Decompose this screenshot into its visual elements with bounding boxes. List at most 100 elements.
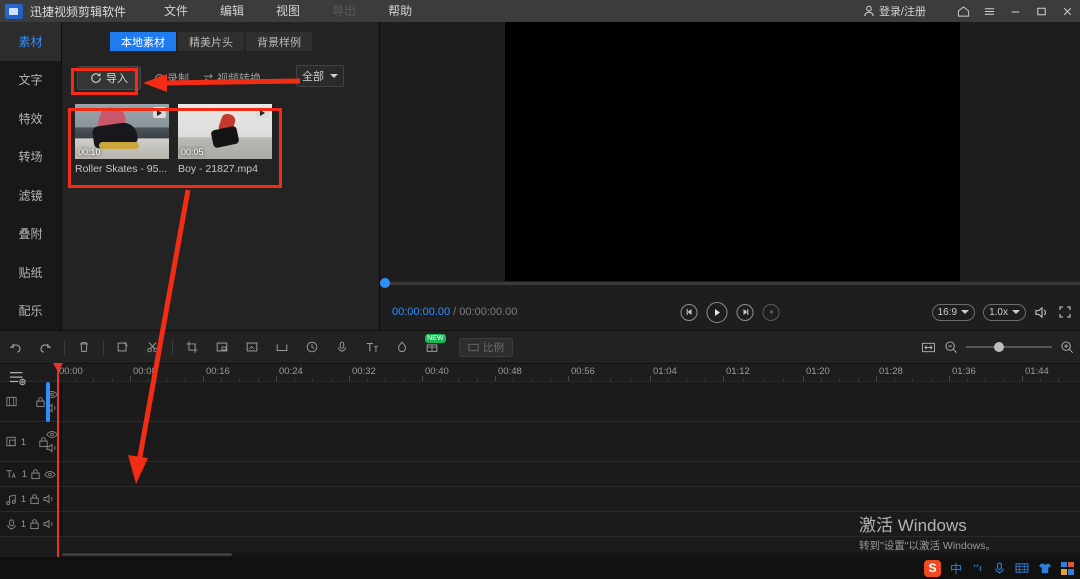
sogou-icon[interactable]: S <box>924 560 941 577</box>
mic-icon[interactable] <box>327 330 357 364</box>
sidebar-item-music[interactable]: 配乐 <box>0 292 61 331</box>
tab-local-media[interactable]: 本地素材 <box>110 32 176 51</box>
track-header-video[interactable] <box>0 382 62 421</box>
playhead[interactable] <box>57 364 59 559</box>
voice-track-icon <box>5 518 18 531</box>
ruler-label: 01:36 <box>952 366 976 377</box>
volume-icon[interactable] <box>1034 305 1050 320</box>
fit-timeline-icon[interactable] <box>921 341 936 354</box>
split-edit-icon[interactable] <box>108 330 138 364</box>
undo-icon[interactable] <box>0 330 30 364</box>
scissors-icon[interactable] <box>138 330 168 364</box>
maximize-icon[interactable] <box>1028 0 1054 22</box>
ime-chinese-icon[interactable]: 中 <box>950 560 962 577</box>
media-item[interactable]: 00:05 Boy - 21827.mp4 <box>178 104 272 175</box>
ratio-button[interactable]: 比例 <box>459 338 513 357</box>
preview-scrubber-handle[interactable] <box>380 278 390 288</box>
import-button[interactable]: 导入 <box>77 66 141 90</box>
media-filter-dropdown[interactable]: 全部 <box>296 65 344 87</box>
stop-button[interactable] <box>763 304 780 321</box>
play-badge-icon[interactable] <box>153 107 166 118</box>
ruler-label: 01:28 <box>879 366 903 377</box>
sidebar-item-stickers[interactable]: 贴纸 <box>0 253 61 292</box>
next-frame-button[interactable] <box>737 304 754 321</box>
track-count: 1 <box>21 494 26 504</box>
crop-icon[interactable] <box>177 330 207 364</box>
timeline-zoom-slider[interactable] <box>966 346 1052 348</box>
menu-icon[interactable] <box>976 0 1002 22</box>
gift-icon[interactable]: NEW <box>417 330 447 364</box>
sidebar-item-media[interactable]: 素材 <box>0 22 61 61</box>
track-header-music[interactable]: 1 <box>0 487 62 511</box>
timeline-ruler[interactable]: 00:00 00:08 00:16 00:24 00:32 00:40 00:4… <box>0 364 1080 382</box>
text-track-icon <box>5 468 19 480</box>
scrollbar-thumb[interactable] <box>62 553 232 556</box>
preview-scrubber[interactable] <box>380 282 1080 285</box>
track-header-voice[interactable]: 1 <box>0 512 62 536</box>
menu-file[interactable]: 文件 <box>148 0 204 22</box>
title-bar: 迅捷视频剪辑软件 文件 编辑 视图 导出 帮助 登录/注册 <box>0 0 1080 22</box>
skin-icon[interactable] <box>1038 562 1052 575</box>
track-lane-music[interactable] <box>62 487 1080 511</box>
track-header-overlay[interactable]: 1 <box>0 422 62 461</box>
ime-punct-icon[interactable] <box>971 562 984 575</box>
sidebar-item-transitions[interactable]: 转场 <box>0 138 61 177</box>
import-label: 导入 <box>106 70 128 86</box>
convert-button[interactable]: 视频转换 <box>203 70 261 86</box>
chevron-down-icon <box>1012 310 1020 314</box>
play-badge-icon[interactable] <box>256 107 269 118</box>
sidebar-item-effects[interactable]: 特效 <box>0 99 61 138</box>
track-row-music[interactable]: 1 <box>0 487 1080 512</box>
menu-help[interactable]: 帮助 <box>372 0 428 22</box>
user-icon <box>863 5 875 17</box>
zoom-slider-handle[interactable] <box>994 342 1004 352</box>
sidebar-item-filters[interactable]: 滤镜 <box>0 176 61 215</box>
menu-edit[interactable]: 编辑 <box>204 0 260 22</box>
track-row-video[interactable] <box>0 382 1080 422</box>
mic-icon[interactable] <box>993 561 1006 575</box>
track-row-overlay[interactable]: 1 <box>0 422 1080 462</box>
media-thumbnail[interactable]: 00:10 <box>75 104 169 159</box>
track-header-text[interactable]: 1 <box>0 462 62 486</box>
track-lane-overlay[interactable] <box>62 422 1080 461</box>
fullscreen-icon[interactable] <box>1058 305 1072 319</box>
home-icon[interactable] <box>950 0 976 22</box>
zoom-out-icon[interactable] <box>944 340 958 354</box>
new-badge: NEW <box>425 334 446 343</box>
picture-in-picture-icon[interactable] <box>207 330 237 364</box>
track-lane-video[interactable] <box>62 382 1080 421</box>
watermark-icon[interactable] <box>387 330 417 364</box>
menu-view[interactable]: 视图 <box>260 0 316 22</box>
video-canvas[interactable] <box>505 22 960 281</box>
text-icon[interactable] <box>357 330 387 364</box>
zoom-in-icon[interactable] <box>1060 340 1074 354</box>
playback-speed-dropdown[interactable]: 1.0x <box>983 304 1026 321</box>
close-icon[interactable] <box>1054 0 1080 22</box>
record-button[interactable]: 录制 <box>155 70 189 86</box>
redo-icon[interactable] <box>30 330 60 364</box>
track-lane-text[interactable] <box>62 462 1080 486</box>
delete-icon[interactable] <box>69 330 99 364</box>
chevron-down-icon <box>330 74 338 78</box>
frame-icon[interactable] <box>237 330 267 364</box>
tab-intro-templates[interactable]: 精美片头 <box>178 32 244 51</box>
sidebar-item-overlay[interactable]: 叠附 <box>0 215 61 254</box>
media-thumbnail[interactable]: 00:05 <box>178 104 272 159</box>
aspect-ratio-dropdown[interactable]: 16:9 <box>932 304 975 321</box>
minimize-icon[interactable] <box>1002 0 1028 22</box>
keyboard-icon[interactable] <box>1015 562 1029 574</box>
window-controls: 登录/注册 <box>863 0 1080 22</box>
media-item[interactable]: 00:10 Roller Skates - 95... <box>75 104 169 175</box>
track-row-text[interactable]: 1 <box>0 462 1080 487</box>
video-editor-window: 迅捷视频剪辑软件 文件 编辑 视图 导出 帮助 登录/注册 <box>0 0 1080 579</box>
ruler-label: 00:00 <box>59 366 83 377</box>
mosaic-icon[interactable] <box>267 330 297 364</box>
sidebar-item-text[interactable]: 文字 <box>0 61 61 100</box>
media-duration: 00:10 <box>78 147 101 157</box>
play-button[interactable] <box>707 302 728 323</box>
previous-frame-button[interactable] <box>681 304 698 321</box>
speed-icon[interactable] <box>297 330 327 364</box>
tab-background-samples[interactable]: 背景样例 <box>246 32 312 51</box>
login-register-button[interactable]: 登录/注册 <box>863 3 926 19</box>
apps-icon[interactable] <box>1061 562 1074 575</box>
